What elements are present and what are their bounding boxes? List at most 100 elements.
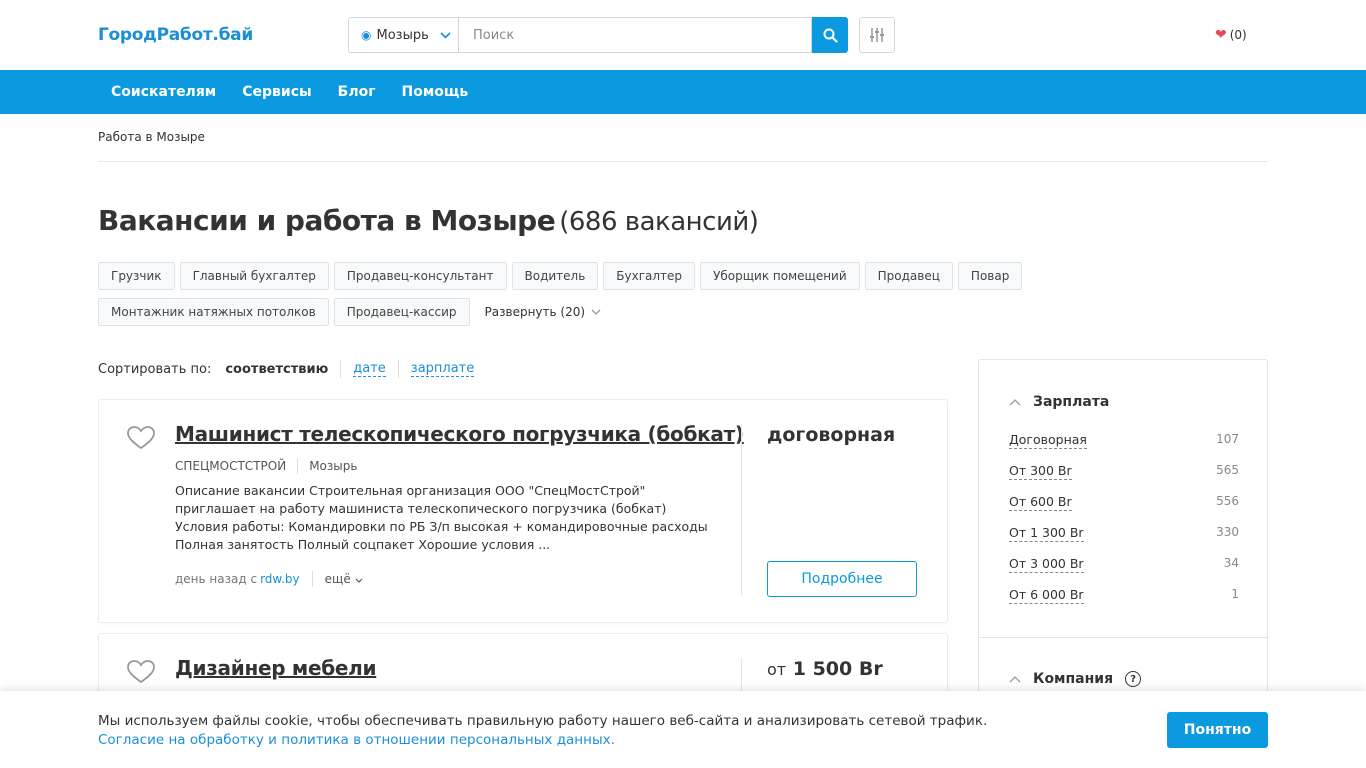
filter-name: Договорная xyxy=(1009,432,1087,449)
logo[interactable]: ГородРабот.бай xyxy=(98,25,253,45)
filter-name: От 6 000 Br xyxy=(1009,587,1084,604)
more-dropdown[interactable]: ещё xyxy=(325,572,363,586)
nav-item-help[interactable]: Помощь xyxy=(402,84,469,100)
vacancy-title[interactable]: Машинист телескопического погрузчика (бо… xyxy=(175,422,744,446)
company-filter-header[interactable]: Компания ? xyxy=(1009,671,1142,687)
vacancy-count: (686 вакансий) xyxy=(559,207,759,237)
city-select[interactable]: ◉ Мозырь xyxy=(348,17,458,53)
filter-count: 34 xyxy=(1223,556,1239,570)
nav-item-services[interactable]: Сервисы xyxy=(242,84,311,100)
filter-name: От 300 Br xyxy=(1009,463,1072,480)
favorites-count: (0) xyxy=(1229,28,1247,42)
list-item[interactable]: От 300 Br 565 xyxy=(1009,463,1239,494)
posted-time: день назад с xyxy=(175,572,258,586)
divider xyxy=(979,637,1269,638)
chevron-down-icon xyxy=(591,307,601,318)
tag-item[interactable]: Водитель xyxy=(511,262,599,290)
heart-icon: ❤ xyxy=(1215,27,1227,43)
vacancy-card: Машинист телескопического погрузчика (бо… xyxy=(98,399,948,623)
header: ГородРабот.бай ◉ Мозырь ❤ (0) xyxy=(0,0,1366,70)
chevron-down-icon xyxy=(440,29,451,42)
search-button[interactable] xyxy=(812,17,848,53)
tag-item[interactable]: Продавец-кассир xyxy=(333,298,470,326)
company-filter-title: Компания xyxy=(1033,671,1114,687)
list-item[interactable]: От 6 000 Br 1 xyxy=(1009,587,1239,618)
cookie-text: Мы используем файлы cookie, чтобы обеспе… xyxy=(98,713,988,729)
cookie-accept-button[interactable]: Понятно xyxy=(1167,712,1268,748)
tag-item[interactable]: Продавец xyxy=(864,262,953,290)
breadcrumb[interactable]: Работа в Мозыре xyxy=(98,130,205,144)
divider xyxy=(397,360,399,378)
sliders-icon xyxy=(870,28,884,42)
sort-bar: Сортировать по: соответствию дате зарпла… xyxy=(98,360,475,378)
tag-item[interactable]: Бухгалтер xyxy=(603,262,696,290)
tag-item[interactable]: Уборщик помещений xyxy=(700,262,860,290)
chevron-up-icon xyxy=(1009,672,1021,686)
tag-item[interactable]: Продавец-консультант xyxy=(333,262,507,290)
source-link[interactable]: rdw.by xyxy=(260,572,300,586)
location-pin-icon: ◉ xyxy=(361,28,372,42)
expand-label: Развернуть (20) xyxy=(484,305,586,319)
page-title-text: Вакансии и работа в Мозыре xyxy=(98,204,556,237)
filters-button[interactable] xyxy=(859,17,895,53)
divider xyxy=(741,424,742,596)
company-name[interactable]: СПЕЦМОСТСТРОЙ xyxy=(175,459,286,473)
more-label: ещё xyxy=(324,572,351,586)
main-nav: Соискателям Сервисы Блог Помощь xyxy=(0,70,1366,114)
favorite-heart-icon[interactable] xyxy=(127,426,155,454)
nav-item-blog[interactable]: Блог xyxy=(338,84,376,100)
chevron-down-icon xyxy=(355,578,362,583)
vacancy-city: Мозырь xyxy=(309,459,358,473)
salary-value: 1 500 Br xyxy=(792,658,883,680)
profession-tags: Грузчик Главный бухгалтер Продавец-консу… xyxy=(98,262,1178,326)
divider xyxy=(297,458,299,474)
chevron-up-icon xyxy=(1009,395,1021,409)
filter-count: 556 xyxy=(1216,494,1239,508)
filter-count: 330 xyxy=(1216,525,1239,539)
tag-item[interactable]: Грузчик xyxy=(98,262,175,290)
divider xyxy=(340,360,342,378)
filter-count: 1 xyxy=(1231,587,1239,601)
tag-item[interactable]: Повар xyxy=(957,262,1023,290)
vacancy-footer: день назад с rdw.by ещё xyxy=(175,571,363,587)
list-item[interactable]: Договорная 107 xyxy=(1009,432,1239,463)
page-title: Вакансии и работа в Мозыре (686 вакансий) xyxy=(98,204,759,237)
sort-label: Сортировать по: xyxy=(98,361,212,377)
tag-item[interactable]: Главный бухгалтер xyxy=(179,262,329,290)
divider xyxy=(311,571,313,587)
cookie-banner: Мы используем файлы cookie, чтобы обеспе… xyxy=(0,691,1366,768)
vacancy-salary: от 1 500 Br xyxy=(767,658,883,680)
list-item[interactable]: От 600 Br 556 xyxy=(1009,494,1239,525)
vacancy-meta: СПЕЦМОСТСТРОЙ Мозырь xyxy=(175,458,357,474)
filter-name: От 1 300 Br xyxy=(1009,525,1084,542)
list-item[interactable]: От 1 300 Br 330 xyxy=(1009,525,1239,556)
filter-name: От 600 Br xyxy=(1009,494,1072,511)
salary-filter-title: Зарплата xyxy=(1033,394,1110,410)
filter-name: От 3 000 Br xyxy=(1009,556,1084,573)
favorites-link[interactable]: ❤ (0) xyxy=(1215,27,1247,43)
sort-date[interactable]: дате xyxy=(353,361,386,377)
divider xyxy=(98,161,1268,162)
vacancy-description: Описание вакансии Строительная организац… xyxy=(175,483,708,552)
tag-item[interactable]: Монтажник натяжных потолков xyxy=(98,298,329,326)
salary-filter-header[interactable]: Зарплата xyxy=(1009,394,1109,410)
salary-prefix: от xyxy=(767,660,787,679)
list-item[interactable]: От 3 000 Br 34 xyxy=(1009,556,1239,587)
nav-item-jobseekers[interactable]: Соискателям xyxy=(111,84,216,100)
search-input[interactable] xyxy=(458,17,812,53)
privacy-link[interactable]: Согласие на обработку и политика в отнош… xyxy=(98,731,987,750)
details-button[interactable]: Подробнее xyxy=(767,561,917,597)
filter-count: 107 xyxy=(1216,432,1239,446)
city-name: Мозырь xyxy=(376,27,429,43)
sort-salary[interactable]: зарплате xyxy=(410,361,475,377)
salary-filter-list: Договорная 107 От 300 Br 565 От 600 Br 556 … xyxy=(1009,432,1239,618)
filter-count: 565 xyxy=(1216,463,1239,477)
sort-relevance[interactable]: соответствию xyxy=(225,362,340,377)
favorite-heart-icon[interactable] xyxy=(127,660,155,688)
vacancy-salary: договорная xyxy=(767,424,896,446)
search-icon xyxy=(823,28,838,43)
vacancy-title[interactable]: Дизайнер мебели xyxy=(175,656,377,680)
help-icon[interactable]: ? xyxy=(1125,671,1142,687)
search-bar: ◉ Мозырь xyxy=(348,17,848,53)
expand-tags-button[interactable]: Развернуть (20) xyxy=(485,305,602,319)
